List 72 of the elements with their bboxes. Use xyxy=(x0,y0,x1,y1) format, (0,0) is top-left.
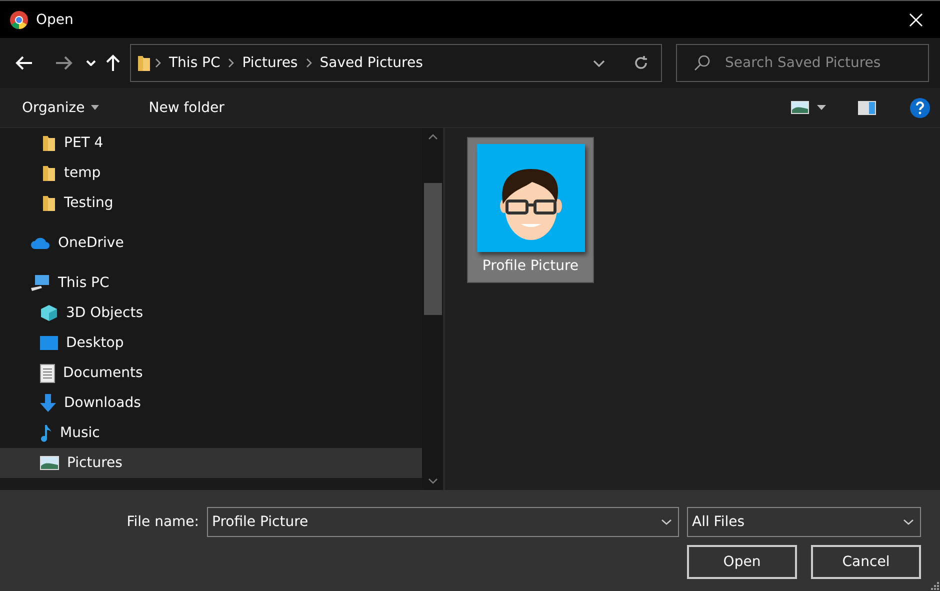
folder-icon xyxy=(42,194,56,212)
scroll-down-icon[interactable] xyxy=(428,478,438,484)
sidebar-item[interactable]: temp xyxy=(0,158,422,188)
open-button[interactable]: Open xyxy=(687,545,797,579)
item-label: temp xyxy=(64,165,101,181)
new-folder-button[interactable]: New folder xyxy=(138,96,234,120)
cancel-button[interactable]: Cancel xyxy=(811,545,921,579)
item-label: Testing xyxy=(64,195,114,211)
document-icon xyxy=(40,364,55,382)
sidebar-item[interactable]: Pictures xyxy=(0,448,422,478)
breadcrumb[interactable]: Saved Pictures xyxy=(316,55,427,71)
computer-icon xyxy=(30,274,50,292)
chevron-icon xyxy=(155,58,161,68)
item-label: PET 4 xyxy=(64,135,104,151)
caret-icon xyxy=(90,105,99,110)
chevron-icon xyxy=(228,58,234,68)
item-label: Documents xyxy=(63,365,143,381)
sidebar-item[interactable]: This PC xyxy=(0,268,422,298)
sidebar-item[interactable]: Testing xyxy=(0,188,422,218)
forward-arrow-icon xyxy=(55,56,73,70)
scroll-up-icon[interactable] xyxy=(428,134,438,140)
file-name-label: File name: xyxy=(126,514,199,530)
sidebar-item[interactable]: OneDrive xyxy=(0,228,422,258)
folder-icon xyxy=(42,134,56,152)
window-title: Open xyxy=(36,12,74,28)
help-icon[interactable] xyxy=(910,98,930,118)
breadcrumb[interactable]: Pictures xyxy=(238,55,302,71)
sidebar-item[interactable]: Documents xyxy=(0,358,422,388)
breadcrumb[interactable]: This PC xyxy=(165,55,224,71)
item-label: Desktop xyxy=(66,335,124,351)
search-icon xyxy=(694,55,710,71)
organize-button[interactable]: Organize xyxy=(12,96,109,120)
item-label: OneDrive xyxy=(58,235,124,251)
item-label: Downloads xyxy=(64,395,141,411)
caret-icon[interactable] xyxy=(817,105,826,110)
cloud-icon xyxy=(30,236,50,250)
refresh-icon[interactable] xyxy=(633,55,649,71)
file-type-dropdown[interactable]: All Files xyxy=(687,507,921,537)
close-icon xyxy=(909,12,923,26)
sidebar-item[interactable]: Music xyxy=(0,418,422,448)
chevron-down-icon xyxy=(903,519,914,525)
sidebar-item[interactable]: Desktop xyxy=(0,328,422,358)
item-label: 3D Objects xyxy=(66,305,144,321)
chevron-down-icon xyxy=(86,60,96,66)
folder-icon xyxy=(42,164,56,182)
up-arrow-icon xyxy=(106,54,120,72)
folder-icon xyxy=(137,54,151,72)
sidebar-item[interactable]: Downloads xyxy=(0,388,422,418)
sidebar-item[interactable]: PET 4 xyxy=(0,128,422,158)
sidebar-item[interactable]: 3D Objects xyxy=(0,298,422,328)
chevron-down-icon xyxy=(593,60,605,66)
cube-icon xyxy=(40,304,58,322)
chevron-down-icon xyxy=(661,519,672,525)
browser-logo-icon xyxy=(10,10,28,28)
file-tile[interactable]: Profile Picture xyxy=(467,137,594,283)
landscape-picture-icon[interactable] xyxy=(791,101,809,114)
item-label: This PC xyxy=(58,275,110,291)
item-label: Music xyxy=(60,425,100,441)
music-note-icon xyxy=(40,424,52,442)
search-field[interactable]: Search Saved Pictures xyxy=(676,44,929,82)
address-bar[interactable]: This PC Pictures Saved Pictures xyxy=(130,44,662,82)
desktop-icon xyxy=(40,336,58,350)
chevron-icon xyxy=(306,58,312,68)
landscape-picture-icon xyxy=(40,456,59,470)
item-label: Pictures xyxy=(67,455,122,471)
preview-pane-icon[interactable] xyxy=(858,100,876,114)
resize-grip-icon[interactable] xyxy=(931,582,939,590)
download-arrow-icon xyxy=(40,394,56,412)
file-name-field[interactable]: Profile Picture xyxy=(207,507,679,537)
file-name: Profile Picture xyxy=(482,258,579,274)
scrollbar-thumb[interactable] xyxy=(424,183,442,315)
back-arrow-icon xyxy=(15,56,33,70)
